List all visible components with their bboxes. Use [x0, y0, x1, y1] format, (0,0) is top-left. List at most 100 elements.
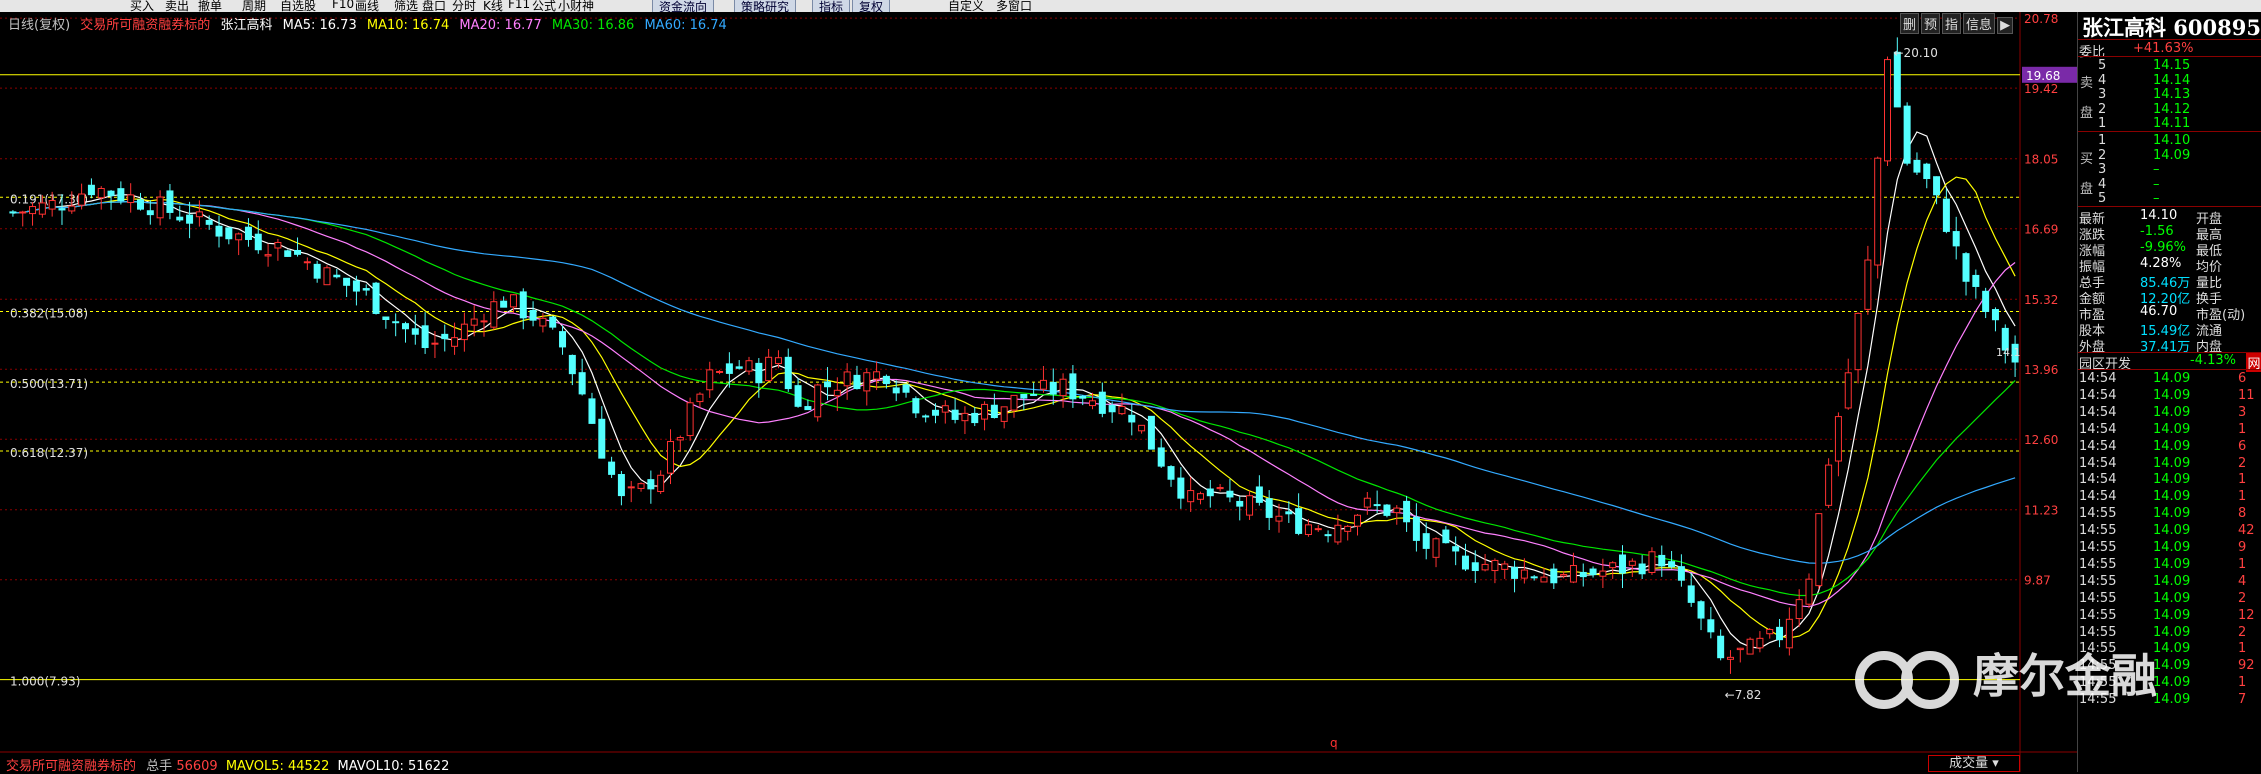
candle-body: [401, 323, 409, 330]
candle-body: [814, 384, 822, 418]
top-toolbar: 买入 卖出 撤单 周期 自选股 F10 画线 筛选 盘口 分时 K线 F11 公式 小财神 资金流向 策略研究…: [0, 0, 2261, 12]
candle-body: [1942, 198, 1950, 232]
ask-row: 4 14.14: [2078, 73, 2261, 89]
candle-body: [1187, 490, 1195, 503]
candle-body: [1933, 176, 1941, 196]
chart-tool-icon[interactable]: 删: [1900, 13, 1920, 34]
bid-price: –: [2153, 176, 2160, 192]
sector-change: -4.13%: [2190, 353, 2236, 368]
candle-body: [1481, 563, 1489, 571]
bid-level: 5: [2098, 191, 2107, 207]
candle-body: [235, 233, 243, 241]
candle-body: [529, 310, 537, 321]
toolbar-item[interactable]: 画线: [355, 0, 379, 12]
candle-body: [1138, 424, 1146, 432]
bid-price: –: [2153, 162, 2160, 178]
toolbar-item[interactable]: 小财神: [558, 0, 594, 12]
candle-body: [1128, 414, 1136, 423]
candle-body: [853, 374, 861, 390]
tick-time: 14:54: [2079, 438, 2117, 454]
candle-body: [981, 403, 989, 420]
candle-body: [1020, 394, 1028, 399]
kline-chart[interactable]: 20.78 19.42 18.05 16.69 15.32 13.96 12.60 11.23…: [0, 12, 2077, 772]
toolbar-item[interactable]: 筛选: [394, 0, 418, 12]
candle-body: [460, 323, 468, 341]
toolbar-item[interactable]: 卖出: [165, 0, 189, 12]
tick-volume: 92: [2238, 658, 2255, 674]
toolbar-item[interactable]: 指标: [812, 0, 851, 12]
chart-tool-icon[interactable]: 预: [1921, 13, 1941, 34]
toolbar-item[interactable]: 公式: [532, 0, 556, 12]
toolbar-item[interactable]: 自定义: [948, 0, 984, 12]
candle-body: [941, 405, 949, 413]
price-axis-label: 13.96: [2024, 363, 2058, 377]
candle-body: [1707, 619, 1715, 633]
candle-body: [421, 325, 429, 349]
volume-indicator-button[interactable]: 成交量 ▾: [1928, 755, 2020, 772]
toolbar-item[interactable]: 多窗口: [996, 0, 1032, 12]
candle-body: [1079, 395, 1087, 399]
toolbar-item[interactable]: F11: [508, 0, 530, 11]
candle-body: [1295, 508, 1303, 534]
candle-body: [1393, 507, 1401, 514]
chart-tool-icon[interactable]: ▶: [1997, 17, 2014, 34]
candle-body: [549, 316, 557, 328]
price-axis-label: 12.60: [2024, 433, 2058, 447]
candle-body: [78, 193, 86, 206]
candle-body: [382, 316, 390, 321]
tick-volume: 2: [2238, 455, 2247, 471]
candle-body: [1098, 391, 1106, 414]
tick-volume: 1: [2238, 489, 2247, 505]
candle-body: [1844, 372, 1852, 409]
tick-row: 14:55 14.09 8: [2078, 506, 2261, 522]
candle-body: [627, 486, 635, 489]
tick-time: 14:54: [2079, 371, 2117, 386]
candle-body: [676, 437, 684, 441]
candle-body: [244, 226, 252, 240]
candle-body: [598, 418, 606, 459]
period-label[interactable]: 日线(复权): [8, 18, 70, 33]
toolbar-item[interactable]: 撤单: [198, 0, 222, 12]
toolbar-item[interactable]: 资金流向: [652, 0, 715, 12]
margin-tag: 交易所可融资融券标的: [80, 18, 211, 33]
toolbar-item[interactable]: F10: [332, 0, 354, 11]
tick-row: 14:54 14.09 6: [2078, 439, 2261, 455]
candle-body: [1236, 500, 1244, 507]
ask-price: 14.14: [2153, 72, 2191, 88]
tick-time: 14:54: [2079, 404, 2117, 420]
toolbar-item[interactable]: 周期: [242, 0, 266, 12]
bid-level: 3: [2098, 162, 2107, 178]
ask-price: 14.13: [2153, 87, 2191, 103]
candle-body: [1815, 513, 1823, 587]
toolbar-item[interactable]: 策略研究: [734, 0, 797, 12]
toolbar-item[interactable]: 买入: [130, 0, 154, 12]
candle-body: [274, 241, 282, 249]
tick-volume: 2: [2238, 590, 2247, 606]
candle-body: [1314, 528, 1322, 531]
price-axis-label: 11.23: [2024, 504, 2058, 518]
candle-body: [1677, 566, 1685, 581]
tick-row: 14:54 14.09 1: [2078, 489, 2261, 505]
candle-body: [833, 389, 841, 397]
toolbar-item[interactable]: K线: [483, 0, 503, 12]
candle-body: [1177, 477, 1185, 499]
chart-tool-icon[interactable]: 信息: [1963, 13, 1996, 34]
tick-row: 14:54 14.09 1: [2078, 472, 2261, 488]
candle-body: [735, 366, 743, 369]
toolbar-item[interactable]: 盘口: [422, 0, 446, 12]
toolbar-item[interactable]: 复权: [852, 0, 891, 12]
candle-body: [480, 320, 488, 323]
candle-body: [117, 188, 125, 202]
candle-body: [1324, 534, 1332, 537]
chart-tool-icon[interactable]: 指: [1942, 13, 1962, 34]
candle-body: [1962, 253, 1970, 282]
ask-row: 2 14.12: [2078, 102, 2261, 118]
candle-body: [1196, 493, 1204, 500]
tick-row: 14:55 14.09 9: [2078, 540, 2261, 556]
toolbar-item[interactable]: 自选股: [280, 0, 316, 12]
tick-volume: 1: [2238, 556, 2247, 572]
bid-level: 1: [2098, 133, 2107, 148]
toolbar-item[interactable]: 分时: [452, 0, 476, 12]
candle-body: [1520, 569, 1528, 579]
q-marker: q: [1330, 736, 1338, 750]
